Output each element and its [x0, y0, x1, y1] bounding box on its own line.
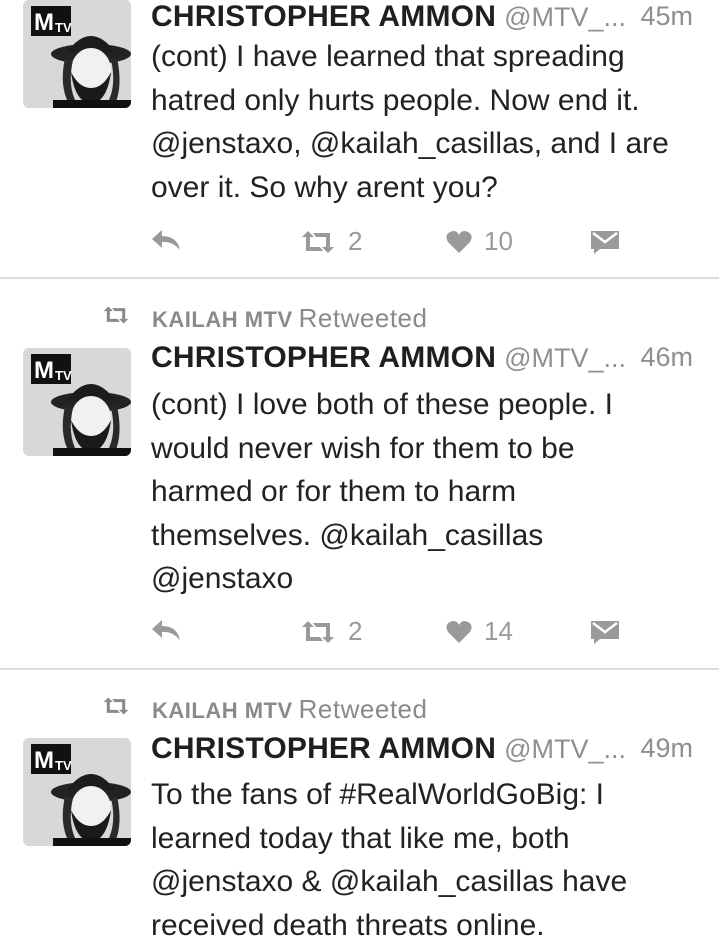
tweet-line: @jenstaxo & @kailah_casillas have	[151, 860, 711, 904]
retweet-icon	[300, 229, 336, 255]
avatar-image: M TV	[23, 0, 131, 108]
retweeted-label: Retweeted	[299, 694, 428, 724]
author-handle[interactable]: @MTV_...	[504, 2, 626, 32]
reply-button[interactable]	[150, 618, 182, 642]
avatar[interactable]: M TV	[23, 348, 131, 456]
retweet-button[interactable]: 2	[300, 616, 362, 647]
tweet-line: To the fans of #RealWorldGoBig: I	[151, 773, 711, 817]
retweet-context: KAILAH MTVRetweeted	[0, 690, 719, 724]
avatar[interactable]: M TV	[23, 0, 131, 108]
tweet-line: would never wish for them to be	[151, 427, 711, 471]
tweet-actions: 2 10	[0, 222, 719, 262]
author-name[interactable]: CHRISTOPHER AMMON	[151, 341, 496, 374]
svg-text:TV: TV	[55, 20, 72, 35]
tweet-line: received death threats online.	[151, 904, 711, 947]
direct-message-icon	[590, 228, 620, 254]
avatar-image: M TV	[23, 738, 131, 846]
tweet-line: (cont) I have learned that spreading	[151, 35, 711, 79]
like-button[interactable]: 10	[446, 226, 513, 257]
svg-text:TV: TV	[55, 368, 72, 383]
tweet-text: (cont) I love both of these people. I wo…	[151, 383, 711, 601]
retweet-button[interactable]: 2	[300, 226, 362, 257]
reply-icon	[150, 618, 182, 642]
tweet-line: @jenstaxo, @kailah_casillas, and I are	[151, 122, 711, 166]
svg-text:TV: TV	[55, 758, 72, 773]
retweet-icon	[300, 619, 336, 645]
tweet-3[interactable]: KAILAH MTVRetweeted M TV CHRISTOPHER AMM…	[0, 670, 719, 938]
retweet-context: KAILAH MTVRetweeted	[0, 299, 719, 333]
tweet-actions: 2 14	[0, 612, 719, 652]
timestamp: 49m	[640, 733, 693, 764]
like-button[interactable]: 14	[446, 616, 513, 647]
tweet-text: To the fans of #RealWorldGoBig: I learne…	[151, 773, 711, 947]
timestamp: 46m	[640, 342, 693, 373]
like-count: 14	[484, 616, 513, 647]
retweet-icon	[102, 305, 130, 325]
heart-icon	[446, 230, 472, 254]
reply-icon	[150, 228, 182, 252]
avatar-image: M TV	[23, 348, 131, 456]
tweet-text: (cont) I have learned that spreading hat…	[151, 35, 711, 209]
heart-icon	[446, 620, 472, 644]
retweeted-label: Retweeted	[299, 303, 428, 333]
svg-text:M: M	[34, 357, 54, 384]
tweet-1[interactable]: M TV CHRISTOPHER AMMON @MTV_... 45m (cont…	[0, 0, 719, 278]
retweeter-name[interactable]: KAILAH MTVRetweeted	[152, 694, 427, 725]
author-name[interactable]: CHRISTOPHER AMMON	[151, 732, 496, 765]
svg-text:M: M	[34, 9, 54, 36]
tweet-line: (cont) I love both of these people. I	[151, 383, 711, 427]
direct-message-icon	[590, 618, 620, 644]
author-handle[interactable]: @MTV_...	[504, 734, 626, 764]
tweet-line: harmed or for them to harm	[151, 470, 711, 514]
tweet-line: @jenstaxo	[151, 557, 711, 601]
tweet-line: themselves. @kailah_casillas	[151, 514, 711, 558]
retweet-count: 2	[348, 616, 362, 647]
svg-text:M: M	[34, 747, 54, 774]
timestamp: 45m	[640, 1, 693, 32]
like-count: 10	[484, 226, 513, 257]
direct-message-button[interactable]	[590, 618, 620, 644]
avatar[interactable]: M TV	[23, 738, 131, 846]
retweet-icon	[102, 696, 130, 716]
retweeter-label[interactable]: KAILAH MTV	[152, 307, 293, 332]
retweeter-name[interactable]: KAILAH MTVRetweeted	[152, 303, 427, 334]
tweet-line: learned today that like me, both	[151, 817, 711, 861]
direct-message-button[interactable]	[590, 228, 620, 254]
retweeter-label[interactable]: KAILAH MTV	[152, 698, 293, 723]
tweet-2[interactable]: KAILAH MTVRetweeted M TV CHRISTOPHER AMM…	[0, 279, 719, 668]
tweet-line: over it. So why arent you?	[151, 166, 711, 210]
retweet-count: 2	[348, 226, 362, 257]
tweet-line: hatred only hurts people. Now end it.	[151, 79, 711, 123]
author-name[interactable]: CHRISTOPHER AMMON	[151, 0, 496, 33]
reply-button[interactable]	[150, 228, 182, 252]
author-handle[interactable]: @MTV_...	[504, 343, 626, 373]
